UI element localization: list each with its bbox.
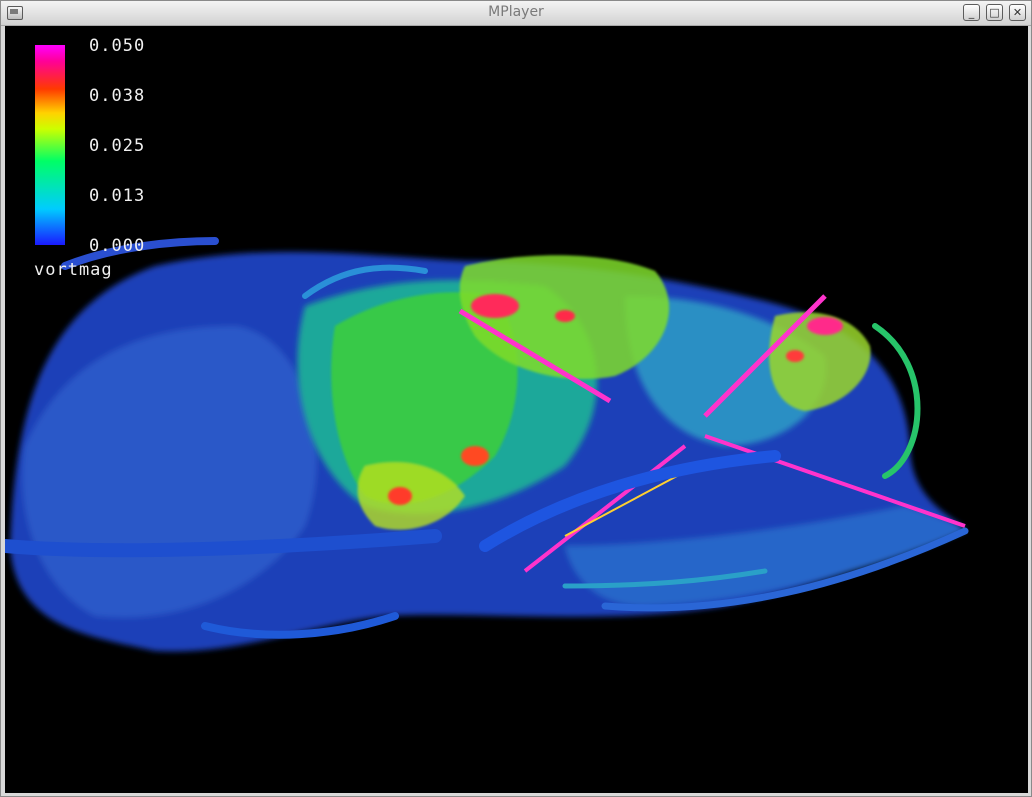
title-bar[interactable]: MPlayer _ □ ✕ — [1, 1, 1031, 26]
video-viewport[interactable]: 0.050 0.038 0.025 0.013 0.000 vortmag — [5, 26, 1028, 793]
colorbar-tick-min: 0.000 — [89, 236, 146, 256]
window-title: MPlayer — [488, 4, 544, 20]
minimize-button[interactable]: _ — [963, 4, 980, 21]
colorbar-tick-max: 0.050 — [89, 36, 146, 56]
close-button[interactable]: ✕ — [1009, 4, 1026, 21]
maximize-button[interactable]: □ — [986, 4, 1003, 21]
colorbar-tick-4: 0.013 — [89, 186, 146, 206]
mplayer-window: MPlayer _ □ ✕ 0.050 0.038 0.025 0.013 0.… — [0, 0, 1032, 797]
colorbar-tick-3: 0.025 — [89, 136, 146, 156]
colorbar-tick-2: 0.038 — [89, 86, 146, 106]
colorbar-variable-label: vortmag — [34, 260, 113, 280]
vortex-visualization — [5, 237, 969, 652]
colorbar-gradient — [35, 45, 65, 245]
